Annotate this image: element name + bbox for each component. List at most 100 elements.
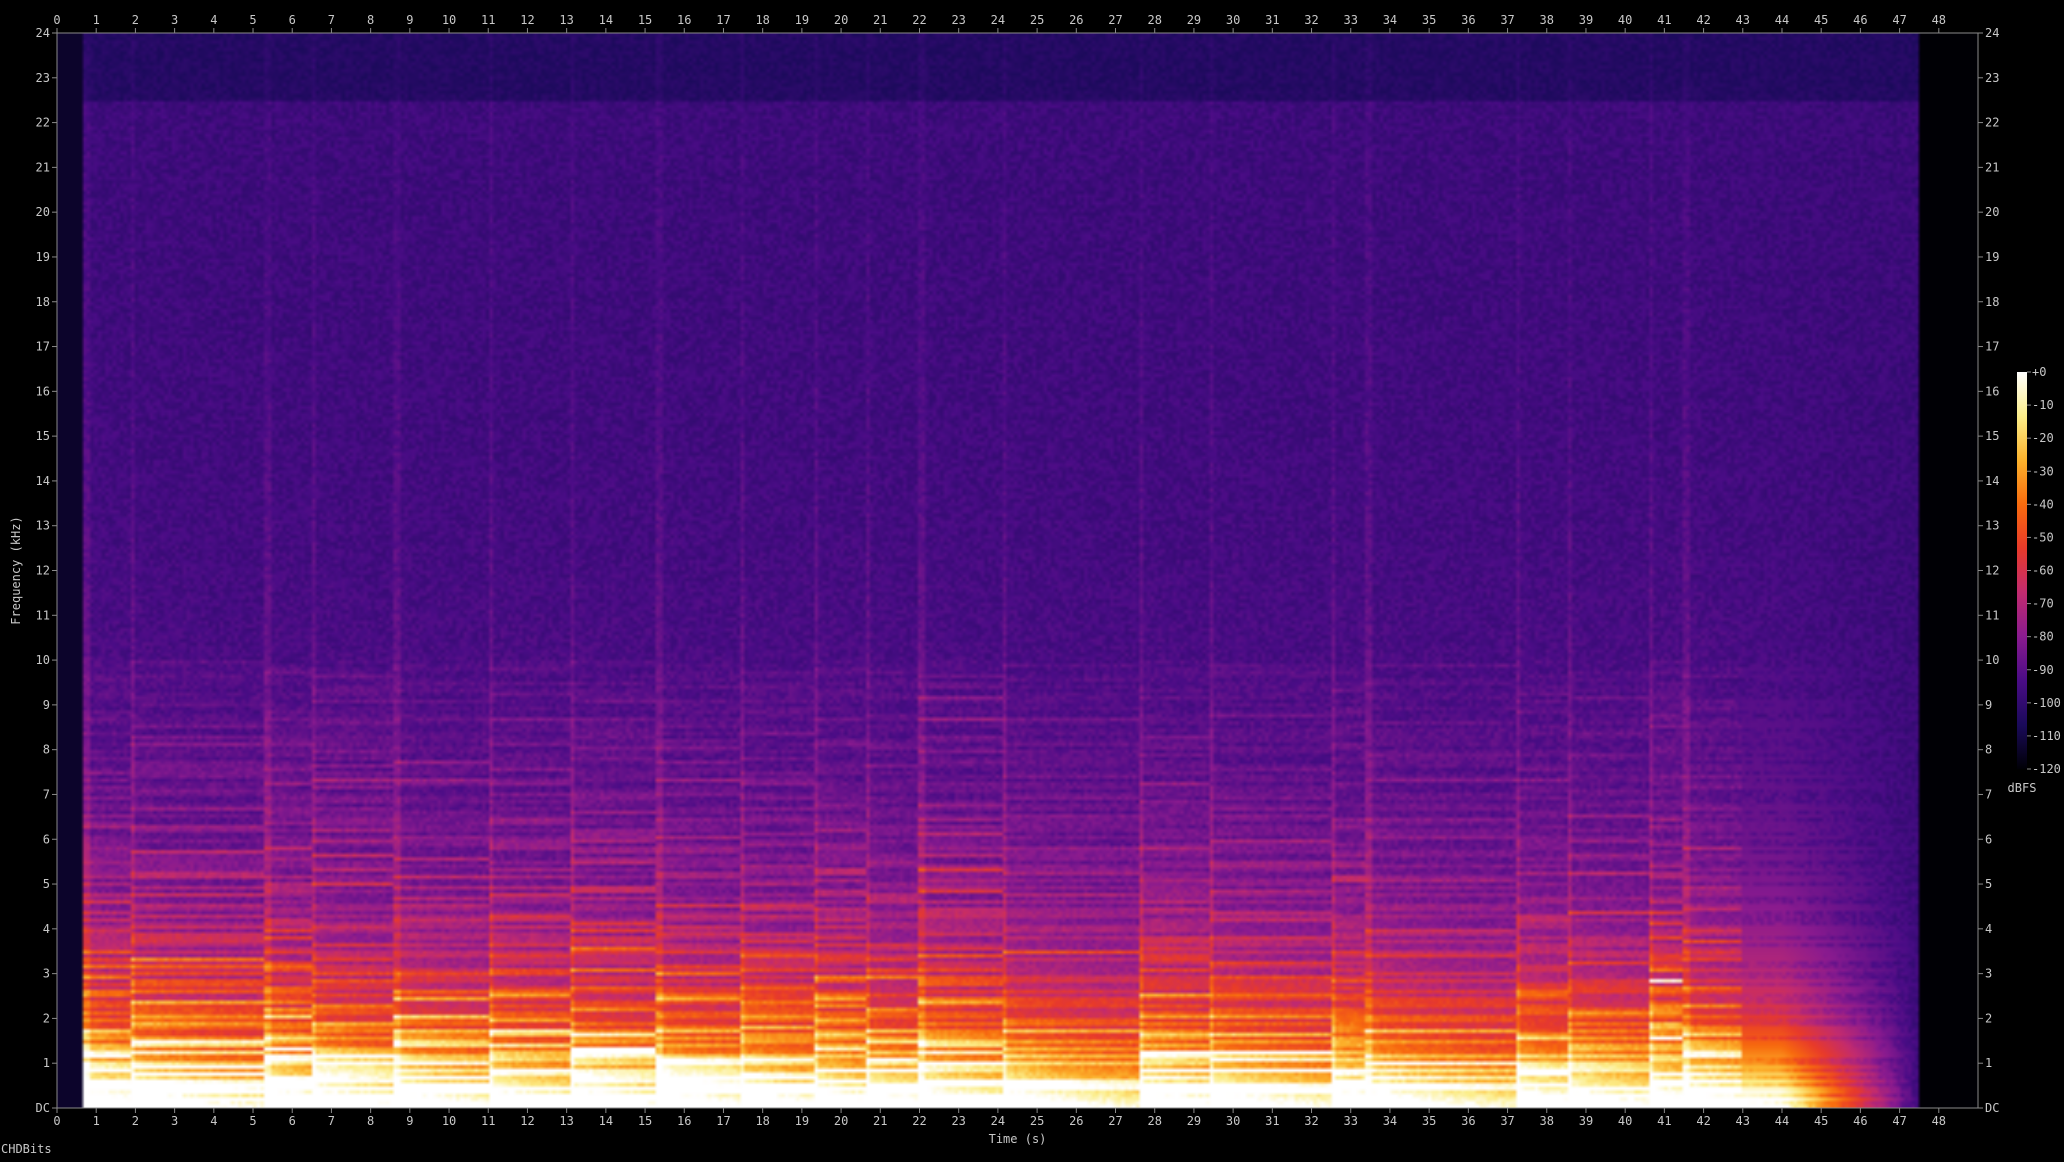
y-tick-label-left: 11	[36, 608, 50, 622]
x-tick-label-bottom: 40	[1618, 1114, 1632, 1128]
y-tick-label-left: 22	[36, 116, 50, 130]
y-tick-label-left: 23	[36, 71, 50, 85]
x-tick-label-bottom: 42	[1696, 1114, 1710, 1128]
y-tick-label-right: 4	[1985, 922, 1992, 936]
x-tick-label-top: 9	[406, 13, 413, 27]
y-tick-label-left: 20	[36, 205, 50, 219]
y-tick-label-right: 6	[1985, 832, 1992, 846]
y-tick-label-left: 13	[36, 519, 50, 533]
x-tick-label-bottom: 17	[716, 1114, 730, 1128]
x-tick-label-top: 1	[93, 13, 100, 27]
x-tick-label-top: 8	[367, 13, 374, 27]
x-tick-label-top: 25	[1030, 13, 1044, 27]
x-tick-label-top: 6	[289, 13, 296, 27]
x-tick-label-bottom: 38	[1540, 1114, 1554, 1128]
y-tick-label-right: DC	[1985, 1101, 1999, 1115]
x-tick-label-bottom: 32	[1304, 1114, 1318, 1128]
x-tick-label-bottom: 47	[1892, 1114, 1906, 1128]
colorbar-tick-label: -40	[2032, 497, 2054, 511]
x-tick-label-bottom: 48	[1932, 1114, 1946, 1128]
x-tick-label-top: 42	[1696, 13, 1710, 27]
y-tick-label-left: 17	[36, 340, 50, 354]
y-tick-label-left: 1	[43, 1056, 50, 1070]
x-tick-label-bottom: 41	[1657, 1114, 1671, 1128]
x-tick-label-top: 24	[991, 13, 1005, 27]
x-tick-label-top: 40	[1618, 13, 1632, 27]
y-tick-label-left: 16	[36, 384, 50, 398]
y-tick-label-left: 7	[43, 787, 50, 801]
x-tick-label-top: 48	[1932, 13, 1946, 27]
x-tick-label-bottom: 11	[481, 1114, 495, 1128]
x-tick-label-bottom: 35	[1422, 1114, 1436, 1128]
x-tick-label-top: 39	[1579, 13, 1593, 27]
colorbar-tick-label: -110	[2032, 729, 2061, 743]
y-tick-label-left: 24	[36, 26, 50, 40]
y-tick-label-right: 20	[1985, 205, 1999, 219]
x-tick-label-top: 45	[1814, 13, 1828, 27]
x-tick-label-bottom: 8	[367, 1114, 374, 1128]
x-tick-label-bottom: 10	[442, 1114, 456, 1128]
x-tick-label-top: 37	[1500, 13, 1514, 27]
x-tick-label-bottom: 39	[1579, 1114, 1593, 1128]
x-tick-label-bottom: 37	[1500, 1114, 1514, 1128]
colorbar-label: dBFS	[2008, 781, 2037, 795]
x-tick-label-bottom: 9	[406, 1114, 413, 1128]
x-tick-label-bottom: 27	[1108, 1114, 1122, 1128]
colorbar-tick-label: -30	[2032, 464, 2054, 478]
x-tick-label-bottom: 19	[795, 1114, 809, 1128]
x-tick-label-top: 20	[834, 13, 848, 27]
colorbar-tick-label: -50	[2032, 530, 2054, 544]
x-tick-label-bottom: 16	[677, 1114, 691, 1128]
x-tick-label-top: 15	[638, 13, 652, 27]
y-tick-label-left: DC	[36, 1101, 50, 1115]
x-tick-label-bottom: 0	[53, 1114, 60, 1128]
y-tick-label-right: 23	[1985, 71, 1999, 85]
x-tick-label-bottom: 28	[1147, 1114, 1161, 1128]
y-tick-label-left: 3	[43, 967, 50, 981]
y-tick-label-right: 14	[1985, 474, 1999, 488]
x-tick-label-bottom: 26	[1069, 1114, 1083, 1128]
x-tick-label-bottom: 46	[1853, 1114, 1867, 1128]
x-tick-label-bottom: 2	[132, 1114, 139, 1128]
spectrogram-image	[57, 33, 1978, 1108]
x-tick-label-top: 47	[1892, 13, 1906, 27]
x-tick-label-top: 31	[1265, 13, 1279, 27]
x-tick-label-top: 28	[1147, 13, 1161, 27]
colorbar-tick-label: -20	[2032, 431, 2054, 445]
x-tick-label-top: 16	[677, 13, 691, 27]
x-tick-label-bottom: 15	[638, 1114, 652, 1128]
x-tick-label-bottom: 1	[93, 1114, 100, 1128]
x-tick-label-bottom: 33	[1344, 1114, 1358, 1128]
y-tick-label-right: 24	[1985, 26, 1999, 40]
y-tick-label-left: 15	[36, 429, 50, 443]
x-tick-label-top: 18	[755, 13, 769, 27]
spectrogram-chart: 0 0 1 1 2 2 3 3 4 4 5 5 6 6 7 7 8 8 9 9 10 10 11 11 12 12 13 13 14 14…	[0, 0, 2064, 1158]
x-tick-label-top: 35	[1422, 13, 1436, 27]
colorbar-tick-label: -120	[2032, 762, 2061, 776]
y-tick-label-left: 4	[43, 922, 50, 936]
y-tick-label-right: 21	[1985, 160, 1999, 174]
x-tick-label-top: 34	[1383, 13, 1397, 27]
x-tick-label-top: 11	[481, 13, 495, 27]
y-tick-label-left: 8	[43, 743, 50, 757]
colorbar-gradient	[2017, 372, 2027, 769]
colorbar-tick-label: -60	[2032, 564, 2054, 578]
x-tick-label-top: 23	[951, 13, 965, 27]
x-tick-label-bottom: 34	[1383, 1114, 1397, 1128]
x-tick-label-bottom: 43	[1736, 1114, 1750, 1128]
x-tick-label-top: 44	[1775, 13, 1789, 27]
colorbar-tick-label: -90	[2032, 663, 2054, 677]
y-tick-label-left: 2	[43, 1011, 50, 1025]
x-tick-label-top: 4	[210, 13, 217, 27]
x-tick-label-bottom: 24	[991, 1114, 1005, 1128]
colorbar-tick-label: +0	[2032, 365, 2046, 379]
colorbar-tick-label: -80	[2032, 630, 2054, 644]
x-tick-label-top: 26	[1069, 13, 1083, 27]
colorbar-tick-label: -100	[2032, 696, 2061, 710]
x-tick-label-bottom: 3	[171, 1114, 178, 1128]
x-tick-label-top: 3	[171, 13, 178, 27]
x-tick-label-top: 0	[53, 13, 60, 27]
x-tick-label-bottom: 25	[1030, 1114, 1044, 1128]
y-tick-label-left: 10	[36, 653, 50, 667]
x-tick-label-bottom: 31	[1265, 1114, 1279, 1128]
